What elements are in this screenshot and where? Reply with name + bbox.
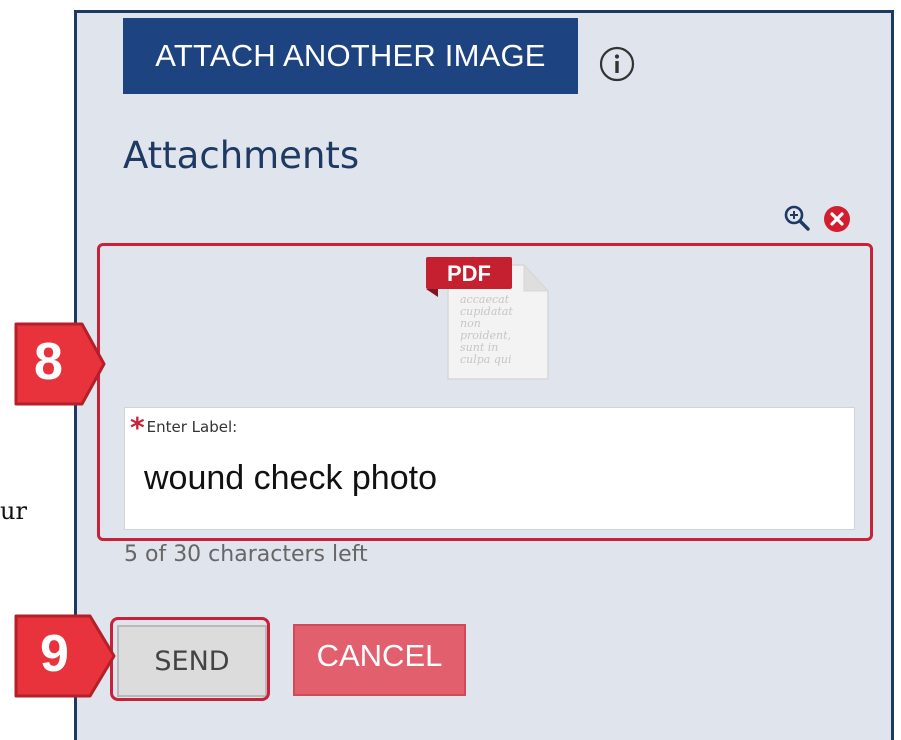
- required-marker: *: [130, 411, 145, 444]
- pdf-file-icon[interactable]: accaecat cupidatat non proident, sunt in…: [424, 253, 554, 385]
- pdf-type-label: PDF: [447, 261, 491, 286]
- characters-left-text: 5 of 30 characters left: [124, 542, 368, 567]
- label-caption-text: Enter Label:: [146, 418, 238, 436]
- send-highlight: [110, 617, 270, 701]
- cutoff-text: ur: [0, 497, 27, 525]
- attachments-heading: Attachments: [123, 134, 360, 177]
- attach-another-image-button[interactable]: ATTACH ANOTHER IMAGE: [123, 18, 578, 94]
- thumb-line: culpa qui: [460, 353, 512, 366]
- info-icon[interactable]: [598, 45, 636, 83]
- step-number: 9: [40, 625, 69, 683]
- zoom-in-icon[interactable]: [782, 203, 812, 233]
- cancel-button[interactable]: CANCEL: [293, 624, 466, 696]
- remove-icon[interactable]: [822, 204, 852, 234]
- step-callout-9: 9: [10, 610, 120, 702]
- label-input[interactable]: [144, 452, 834, 504]
- label-caption: * Enter Label:: [130, 411, 238, 444]
- step-callout-8: 8: [10, 318, 108, 410]
- step-number: 8: [34, 333, 63, 391]
